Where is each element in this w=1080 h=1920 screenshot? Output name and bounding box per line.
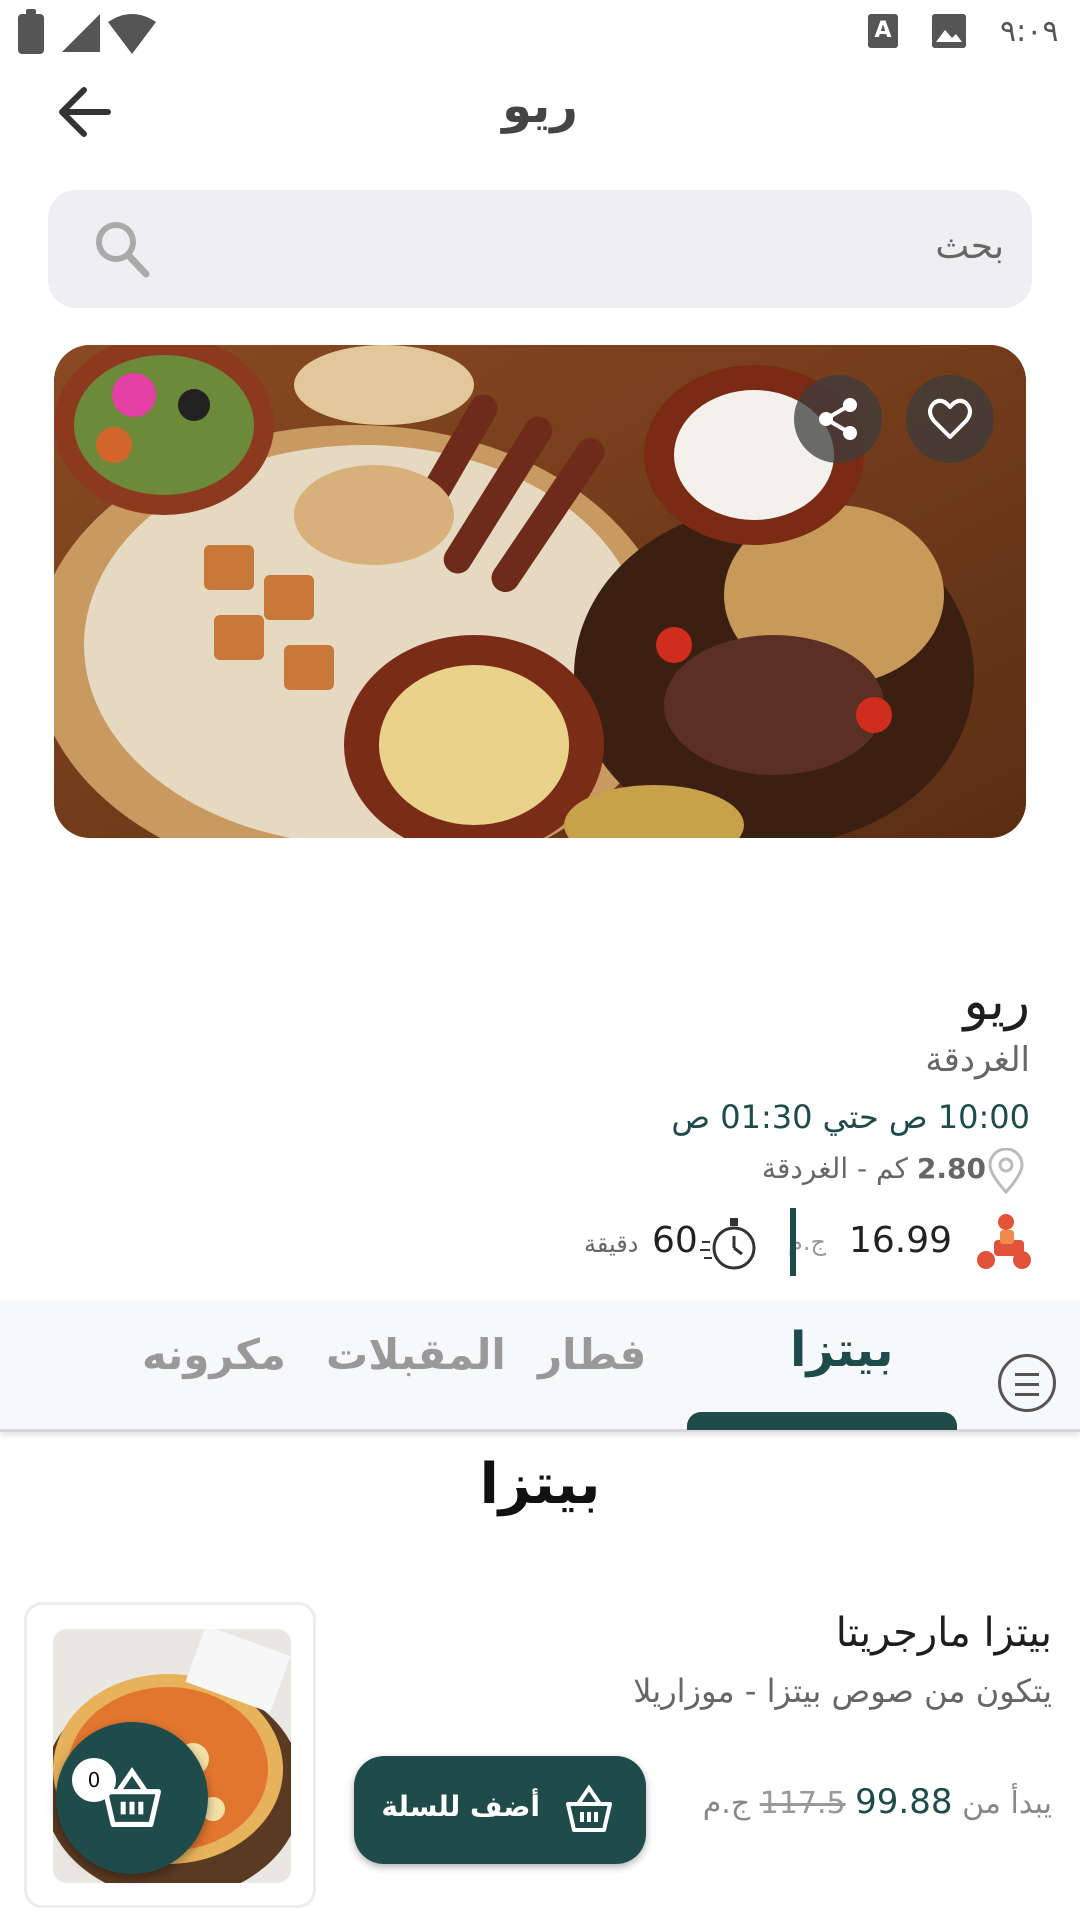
keyboard-a-icon: A — [868, 14, 898, 48]
image-icon — [932, 14, 966, 48]
price-old: 117.5 — [759, 1786, 846, 1821]
favorite-button[interactable] — [906, 375, 994, 463]
add-to-cart-label: أضف للسلة — [381, 1790, 540, 1823]
tab-pasta[interactable]: مكرونه — [142, 1330, 286, 1379]
product-description: يتكون من صوص بيتزا - موزاريلا — [633, 1672, 1052, 1710]
location-pin-icon — [988, 1148, 1024, 1194]
search-icon — [96, 222, 150, 278]
price-currency: ج.م — [702, 1786, 751, 1821]
distance-value: 2.80 — [916, 1152, 986, 1185]
tab-appetizers[interactable]: المقبلات — [326, 1330, 506, 1379]
status-bar: A ٩:٠٩ — [0, 0, 1080, 72]
search-input[interactable]: بحث — [48, 190, 1032, 308]
tab-pizza[interactable]: بيتزا — [790, 1322, 894, 1378]
cart-count-badge: 0 — [72, 1758, 116, 1802]
cart-icon — [566, 1784, 612, 1832]
delivery-fee: 16.99 — [848, 1220, 952, 1261]
share-button[interactable] — [794, 375, 882, 463]
category-tabs: بيتزا فطار المقبلات مكرونه — [0, 1300, 1080, 1432]
restaurant-city: الغردقة — [925, 1040, 1030, 1080]
section-title: بيتزا — [479, 1452, 601, 1517]
status-time: ٩:٠٩ — [1000, 14, 1059, 49]
opening-hours: 10:00 ص حتي 01:30 ص — [671, 1098, 1030, 1136]
distance-text: كم - الغردقة — [761, 1152, 908, 1185]
search-placeholder: بحث — [935, 226, 1004, 267]
add-to-cart-button[interactable]: أضف للسلة — [354, 1756, 646, 1864]
active-tab-indicator — [687, 1412, 957, 1430]
divider — [790, 1208, 796, 1276]
delivery-time: 60 — [652, 1220, 698, 1261]
delivery-info-row: 16.99 ج.م 60 دقيقة — [580, 1208, 1040, 1278]
timer-icon — [700, 1218, 756, 1270]
delivery-time-unit: دقيقة — [584, 1230, 639, 1258]
product-name: بيتزا مارجريتا — [835, 1610, 1052, 1656]
floating-cart-button[interactable]: 0 — [56, 1722, 208, 1874]
price-current: 99.88 — [855, 1782, 953, 1822]
menu-icon[interactable] — [998, 1354, 1056, 1412]
product-price: يبدأ من 99.88 117.5 ج.م — [703, 1782, 1052, 1822]
wifi-icon — [108, 14, 156, 54]
tab-breakfast[interactable]: فطار — [538, 1330, 646, 1379]
heart-icon — [928, 398, 972, 439]
page-title: ريو — [502, 78, 578, 134]
signal-icon — [62, 14, 100, 52]
share-icon — [819, 398, 857, 440]
distance-info: 2.80 كم - الغردقة — [762, 1152, 986, 1185]
scooter-icon — [977, 1214, 1031, 1269]
price-prefix: يبدأ من — [962, 1786, 1052, 1821]
restaurant-name: ريو — [963, 972, 1030, 1032]
battery-icon — [18, 9, 44, 54]
